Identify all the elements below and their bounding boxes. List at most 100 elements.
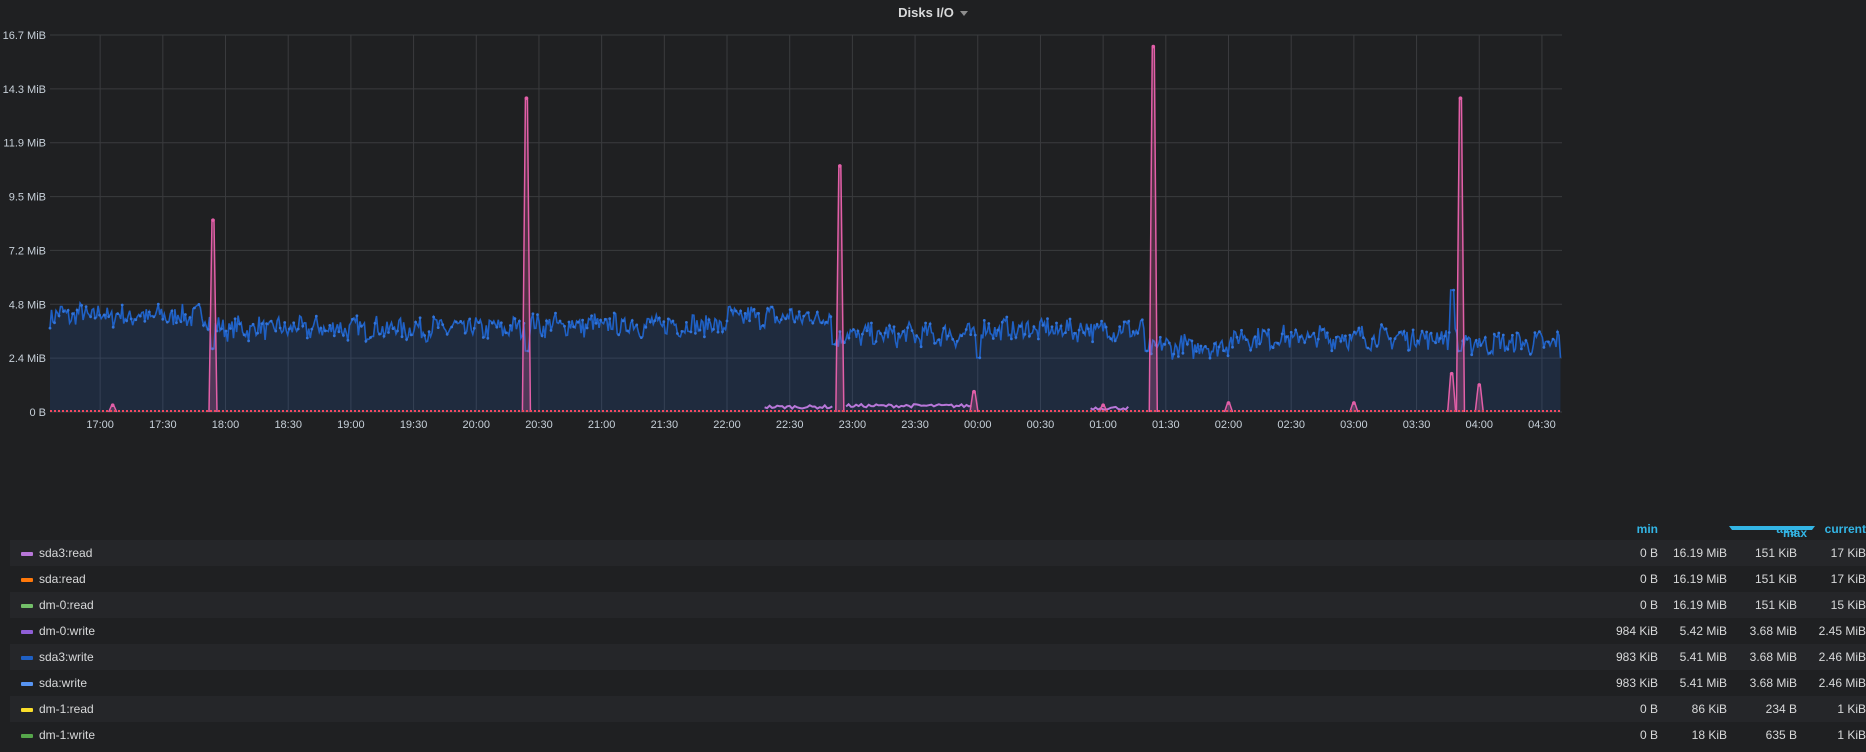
write-point <box>1010 337 1013 341</box>
write-point <box>1524 339 1528 342</box>
write-point <box>1028 334 1031 338</box>
write-point <box>1127 319 1131 323</box>
write-point <box>409 333 413 337</box>
write-point <box>1181 351 1185 355</box>
x-tick-label: 17:30 <box>149 419 177 431</box>
write-point <box>233 317 237 321</box>
write-point <box>1479 344 1483 347</box>
write-point <box>563 324 566 328</box>
write-point <box>621 319 625 323</box>
legend-series-name[interactable]: sda3:read <box>39 540 92 566</box>
write-point <box>635 323 639 327</box>
legend-header-current[interactable]: current <box>1786 522 1866 536</box>
legend-row[interactable]: sda:write 983 KiB 5.41 MiB 3.68 MiB 2.46 MiB <box>10 670 1866 696</box>
write-point <box>698 328 702 332</box>
legend-value-current: 17 KiB <box>1830 572 1866 586</box>
legend-row[interactable]: sda:read 0 B 16.19 MiB 151 KiB 17 KiB <box>10 566 1866 592</box>
write-point <box>120 303 124 307</box>
legend-row[interactable]: dm-1:read 0 B 86 KiB 234 B 1 KiB <box>10 696 1866 722</box>
write-point <box>1136 331 1140 335</box>
series-color-swatch[interactable] <box>21 708 33 712</box>
write-point <box>1041 323 1045 327</box>
legend-series-name[interactable]: sda:write <box>39 670 87 696</box>
write-point <box>1366 346 1370 350</box>
write-point <box>784 317 788 321</box>
y-tick-label: 2.4 MiB <box>9 353 46 365</box>
legend-row[interactable]: sda3:read 0 B 16.19 MiB 151 KiB 17 KiB <box>10 540 1866 566</box>
write-point <box>820 321 824 325</box>
write-point <box>405 338 408 341</box>
legend-value-current: 2.45 MiB <box>1818 624 1866 638</box>
write-point <box>468 317 472 321</box>
legend-value-max: 5.41 MiB <box>1679 676 1727 690</box>
legend-value-min: 0 B <box>1639 546 1658 560</box>
write-point <box>694 331 697 335</box>
write-point <box>739 309 742 313</box>
legend-header-avg[interactable]: avg <box>1717 522 1797 536</box>
write-point <box>423 334 426 337</box>
write-point <box>432 315 435 319</box>
write-point <box>558 319 562 323</box>
write-point <box>202 324 205 327</box>
write-point <box>567 320 571 324</box>
write-point <box>1330 349 1334 353</box>
read-peak-point <box>1458 96 1463 101</box>
legend-value-avg: 3.68 MiB <box>1749 676 1797 690</box>
write-point <box>793 320 797 324</box>
legend-row[interactable]: dm-0:read 0 B 16.19 MiB 151 KiB 15 KiB <box>10 592 1866 618</box>
write-point <box>134 318 138 322</box>
write-point <box>278 326 282 330</box>
legend-series-name[interactable]: dm-0:read <box>39 592 94 618</box>
legend-value-avg: 3.68 MiB <box>1749 650 1797 664</box>
legend-value-min: 983 KiB <box>1615 676 1658 690</box>
write-point <box>229 327 232 330</box>
write-point <box>951 337 955 341</box>
legend-row[interactable]: dm-0:write 984 KiB 5.42 MiB 3.68 MiB 2.45 Mi… <box>10 618 1866 644</box>
write-point <box>540 334 544 338</box>
legend-series-name[interactable]: dm-0:write <box>39 618 95 644</box>
legend-header: min max avg current <box>10 518 1866 540</box>
write-point <box>1447 331 1451 334</box>
write-point <box>1348 333 1352 337</box>
disks-io-chart[interactable]: 0 B 2.4 MiB 4.8 MiB 7.2 MiB 9.5 MiB 11.9 MiB 1… <box>0 0 1866 520</box>
series-color-swatch[interactable] <box>21 682 33 686</box>
legend-series-name[interactable]: sda:read <box>39 566 86 592</box>
series-color-swatch[interactable] <box>21 578 33 582</box>
x-tick-label: 18:00 <box>212 419 240 431</box>
write-point <box>1240 328 1243 332</box>
write-point <box>84 305 88 308</box>
write-point <box>220 327 223 331</box>
write-point <box>829 315 833 319</box>
write-point <box>247 339 251 343</box>
write-point <box>332 334 336 338</box>
write-point <box>287 327 291 331</box>
legend-series-name[interactable]: sda3:write <box>39 644 94 670</box>
write-point <box>66 309 70 312</box>
write-point <box>1407 348 1410 352</box>
series-color-swatch[interactable] <box>21 630 33 634</box>
write-point <box>184 313 187 316</box>
legend-series-name[interactable]: dm-1:read <box>39 696 94 722</box>
series-color-swatch[interactable] <box>21 734 33 738</box>
write-point <box>730 308 733 312</box>
legend-value-min: 0 B <box>1639 728 1658 742</box>
write-point <box>1267 328 1270 332</box>
write-point <box>1222 349 1225 352</box>
x-tick-label: 20:00 <box>463 419 491 431</box>
legend-row[interactable]: dm-1:write 0 B 18 KiB 635 B 1 KiB <box>10 722 1866 748</box>
write-point <box>1384 327 1388 331</box>
series-color-swatch[interactable] <box>21 552 33 556</box>
y-tick-label: 9.5 MiB <box>9 192 46 204</box>
legend-series-name[interactable]: dm-1:write <box>39 722 95 748</box>
series-color-swatch[interactable] <box>21 604 33 608</box>
write-point <box>933 341 936 345</box>
legend-row[interactable]: sda3:write 983 KiB 5.41 MiB 3.68 MiB 2.46 Mi… <box>10 644 1866 670</box>
write-point <box>206 328 210 331</box>
write-point <box>193 306 196 310</box>
legend-header-min[interactable]: min <box>1578 522 1658 536</box>
write-point <box>883 331 887 335</box>
write-point <box>725 319 729 323</box>
write-point <box>274 329 278 333</box>
write-point <box>1294 328 1298 332</box>
series-color-swatch[interactable] <box>21 656 33 660</box>
